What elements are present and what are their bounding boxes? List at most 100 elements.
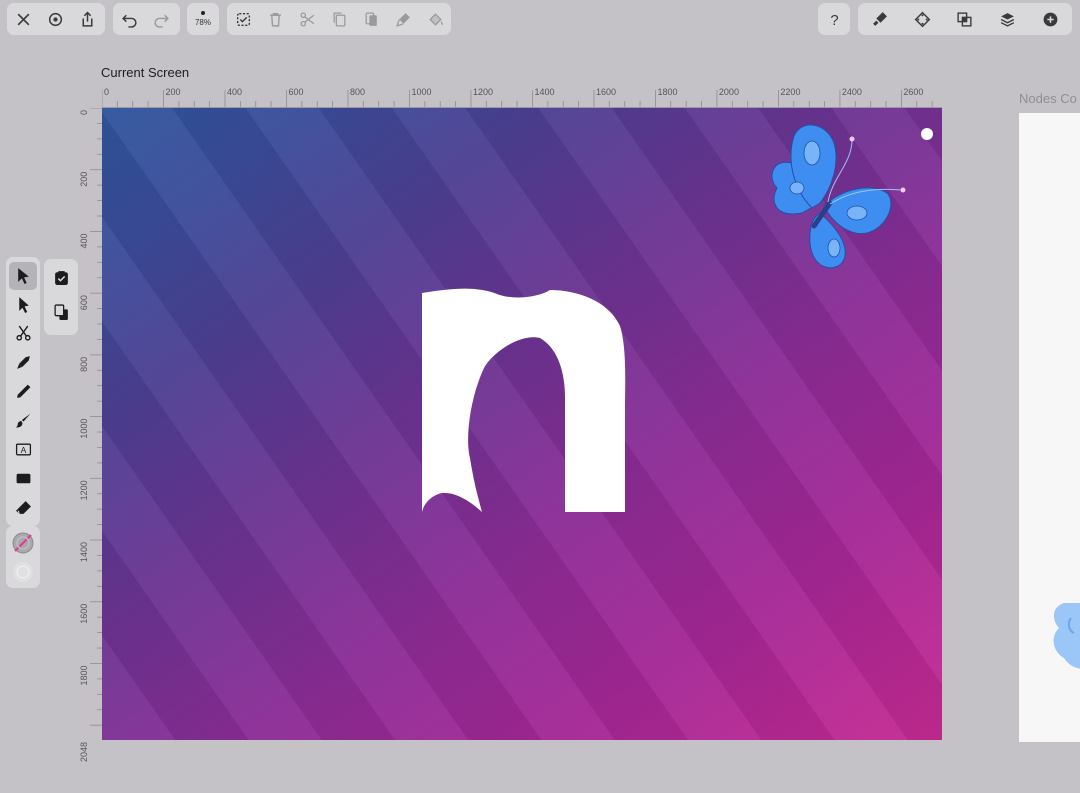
pencil-tool[interactable]: [9, 378, 37, 406]
question-icon: ?: [830, 12, 838, 27]
layers-panel-button[interactable]: [992, 3, 1024, 35]
trash-icon: [269, 12, 281, 27]
ruler-label: 1000: [411, 87, 431, 97]
undo-button[interactable]: [113, 3, 145, 35]
cut-button[interactable]: [291, 3, 323, 35]
artboard-title: Current Screen: [101, 65, 190, 80]
clipboard-check-button[interactable]: [47, 264, 75, 292]
nodes-preview-art: [1053, 603, 1080, 669]
redo-button[interactable]: [145, 3, 177, 35]
paintbrush-icon: [873, 11, 887, 26]
select-tool[interactable]: [9, 261, 37, 290]
duplicate-button[interactable]: [47, 298, 75, 326]
boolean-panel-button[interactable]: [949, 3, 981, 35]
pen-tool[interactable]: [9, 349, 37, 377]
brush-icon: [15, 413, 30, 428]
paste-icon: [365, 11, 377, 26]
ruler-label: 0: [104, 87, 109, 97]
copy-button[interactable]: [323, 3, 355, 35]
zoom-level: 78%: [194, 18, 211, 27]
file-toolbar-group: [7, 3, 105, 35]
artboard-canvas[interactable]: [102, 108, 942, 740]
close-icon: [17, 13, 29, 25]
tool-options-panel: [44, 259, 78, 335]
selection-handle[interactable]: [921, 128, 933, 140]
ruler-label: 1200: [79, 480, 89, 500]
ruler-label: 400: [227, 87, 242, 97]
ruler-label: 0: [79, 110, 89, 115]
nodes-artboard-title: Nodes Co: [1019, 91, 1077, 106]
ruler-label: 200: [165, 87, 180, 97]
butterfly-shape[interactable]: [771, 124, 906, 269]
zoom-indicator-icon: [201, 11, 205, 15]
scissors-tool[interactable]: [9, 320, 37, 348]
brush-style-icon: [395, 12, 410, 27]
copy-icon: [333, 11, 345, 27]
gear-icon: [48, 12, 62, 26]
direct-pointer-icon: [18, 297, 29, 313]
pencil-icon: [16, 384, 30, 398]
ruler-label: 1400: [79, 542, 89, 562]
ruler-label: 200: [79, 172, 89, 187]
fill-button[interactable]: [419, 3, 451, 35]
help-group: ?: [818, 3, 850, 35]
close-button[interactable]: [7, 3, 39, 35]
boolean-icon: [957, 11, 973, 27]
ruler-label: 1600: [596, 87, 616, 97]
eraser-icon: [15, 501, 31, 515]
plus-circle-icon: [1043, 12, 1058, 26]
svg-text:A: A: [20, 445, 26, 455]
clipboard-check-icon: [54, 271, 68, 285]
ruler-label: 2400: [842, 87, 862, 97]
nodes-panel-button[interactable]: [906, 3, 938, 35]
panels-toolbar-group: [858, 3, 1072, 35]
redo-icon: [153, 14, 169, 28]
pen-nib-icon: [16, 356, 30, 369]
checkbox-icon: [236, 12, 250, 26]
brush-tool[interactable]: [9, 407, 37, 435]
eraser-tool[interactable]: [9, 494, 37, 522]
horizontal-ruler: 0 200 400 600 800 1000 1200 1400 1600 1800 2000 220…: [102, 87, 942, 108]
zoom-button[interactable]: 78%: [187, 3, 219, 35]
layers-icon: [1001, 12, 1015, 27]
ruler-label: 600: [288, 87, 303, 97]
text-tool[interactable]: A: [9, 436, 37, 464]
style-copy-button[interactable]: [387, 3, 419, 35]
share-icon: [82, 11, 92, 27]
vertical-ruler-ticks: 0 200 400 600 800 1000 1200 1400 1600 1800 2048: [79, 108, 102, 762]
color-swatches-panel: [6, 526, 40, 588]
delete-button[interactable]: [259, 3, 291, 35]
ruler-label: 800: [79, 357, 89, 372]
ruler-label: 2200: [780, 87, 800, 97]
svg-text:?: ?: [830, 12, 838, 27]
text-box-icon: A: [15, 443, 31, 456]
rectangle-tool[interactable]: [9, 465, 37, 493]
paste-button[interactable]: [355, 3, 387, 35]
ruler-label: 2000: [719, 87, 739, 97]
tools-panel: A: [6, 257, 40, 526]
select-all-button[interactable]: [227, 3, 259, 35]
fill-color-swatch[interactable]: [13, 562, 33, 582]
undo-icon: [121, 14, 137, 28]
paint-bucket-icon: [428, 12, 443, 26]
ruler-label: 1800: [79, 665, 89, 685]
nodes-artboard-preview[interactable]: [1019, 113, 1080, 742]
share-button[interactable]: [71, 3, 103, 35]
style-panel-button[interactable]: [863, 3, 895, 35]
scissors-icon: [299, 11, 314, 27]
help-button[interactable]: ?: [818, 3, 850, 35]
ruler-label: 1400: [534, 87, 554, 97]
scissors-icon: [15, 325, 31, 341]
ruler-label: 2600: [903, 87, 923, 97]
add-button[interactable]: [1035, 3, 1067, 35]
ruler-label: 600: [79, 295, 89, 310]
horizontal-ruler-ticks: 0 200 400 600 800 1000 1200 1400 1600 1800 2000 220…: [102, 87, 933, 108]
nodes-icon: [914, 11, 931, 27]
direct-select-tool[interactable]: [9, 291, 37, 319]
ruler-label: 1200: [473, 87, 493, 97]
history-toolbar-group: [113, 3, 180, 35]
stroke-color-swatch[interactable]: [12, 532, 34, 554]
settings-button[interactable]: [39, 3, 71, 35]
rectangle-icon: [16, 473, 30, 484]
letter-n-shape[interactable]: [422, 288, 626, 512]
